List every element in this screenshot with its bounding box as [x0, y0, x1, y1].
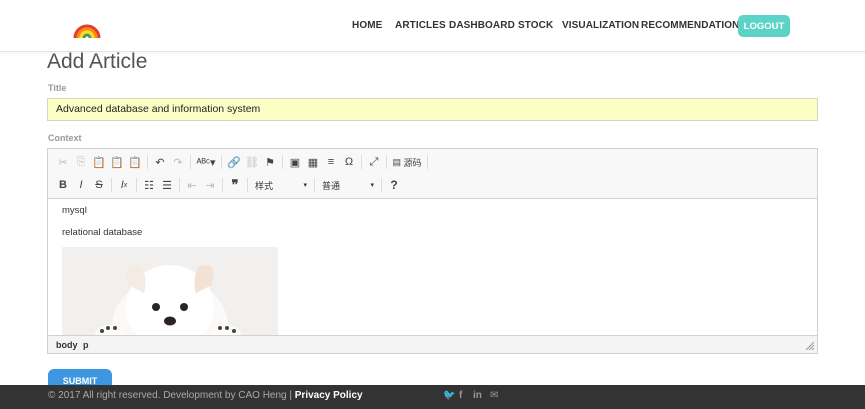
- element-path-p[interactable]: p: [83, 340, 89, 350]
- paste-word-icon[interactable]: 📋: [126, 153, 144, 171]
- toolbar-separator: [136, 178, 137, 192]
- spellcheck-icon[interactable]: ᴬᴮᶜ▾: [194, 153, 218, 171]
- help-icon[interactable]: ?: [385, 176, 403, 194]
- toolbar-separator: [190, 155, 191, 169]
- puppy-image: [62, 247, 278, 335]
- toolbar-separator: [179, 178, 180, 192]
- image-icon[interactable]: ▣: [286, 153, 304, 171]
- numbered-list-icon[interactable]: ☷: [140, 176, 158, 194]
- element-path-body[interactable]: body: [56, 340, 78, 350]
- paste-text-icon[interactable]: 📋: [108, 153, 126, 171]
- unlink-icon[interactable]: ⛓: [243, 153, 261, 171]
- source-button[interactable]: ▤ 源码: [390, 153, 424, 171]
- content-paragraph: mysql: [62, 205, 87, 216]
- bold-icon[interactable]: B: [54, 176, 72, 194]
- linkedin-icon[interactable]: in: [473, 390, 482, 401]
- paste-icon[interactable]: 📋: [90, 153, 108, 171]
- copyright-label: © 2017 All right reserved. Development b…: [48, 390, 295, 401]
- horizontal-rule-icon[interactable]: ≡: [322, 153, 340, 171]
- chevron-down-icon: ▾: [303, 182, 307, 189]
- toolbar-separator: [147, 155, 148, 169]
- editor-statusbar: body p: [48, 335, 817, 353]
- toolbar-separator: [381, 178, 382, 192]
- styles-label: 样式: [255, 180, 274, 191]
- strike-icon[interactable]: S: [90, 176, 108, 194]
- logout-button[interactable]: LOGOUT: [738, 15, 790, 37]
- page-title: Add Article: [47, 50, 148, 73]
- footer: © 2017 All right reserved. Development b…: [0, 385, 865, 409]
- context-label: Context: [48, 133, 82, 143]
- blockquote-icon[interactable]: ❞: [226, 176, 244, 194]
- toolbar-separator: [222, 178, 223, 192]
- nav-home[interactable]: HOME: [352, 20, 382, 31]
- privacy-policy-link[interactable]: Privacy Policy: [295, 390, 363, 401]
- toolbar-separator: [314, 178, 315, 192]
- toolbar-row-2: B I S Ix ☷ ☰ ⇤ ⇥ ❞ 样式 ▾ 普通 ▾ ?: [54, 175, 403, 195]
- table-icon[interactable]: ▦: [304, 153, 322, 171]
- toolbar-separator: [386, 155, 387, 169]
- nav-visualization[interactable]: VISUALIZATION: [562, 20, 639, 31]
- mail-icon[interactable]: ✉: [490, 390, 498, 401]
- nav-recommendation[interactable]: RECOMMENDATION: [641, 20, 739, 31]
- format-dropdown[interactable]: 普通 ▾: [318, 177, 378, 193]
- cut-icon[interactable]: ✂: [54, 153, 72, 171]
- toolbar-separator: [427, 155, 428, 169]
- resize-handle-icon[interactable]: [806, 342, 814, 350]
- title-label: Title: [48, 83, 67, 93]
- undo-icon[interactable]: ↶: [151, 153, 169, 171]
- rainbow-logo[interactable]: [73, 12, 101, 40]
- toolbar-row-1: ✂ ⎘ 📋 📋 📋 ↶ ↷ ᴬᴮᶜ▾ 🔗 ⛓ ⚑ ▣ ▦ ≡ Ω ⤢ ▤ 源码: [54, 152, 431, 172]
- navbar: HOME ARTICLES DASHBOARD STOCK VISUALIZAT…: [0, 0, 865, 52]
- source-label: 源码: [403, 157, 422, 168]
- editor-content[interactable]: mysql relational database: [48, 200, 817, 335]
- nav-articles[interactable]: ARTICLES: [395, 20, 446, 31]
- remove-format-icon[interactable]: Ix: [115, 176, 133, 194]
- title-input[interactable]: Advanced database and information system: [47, 98, 818, 121]
- chevron-down-icon: ▾: [370, 182, 374, 189]
- special-char-icon[interactable]: Ω: [340, 153, 358, 171]
- redo-icon[interactable]: ↷: [169, 153, 187, 171]
- outdent-icon[interactable]: ⇤: [183, 176, 201, 194]
- nav-stock[interactable]: STOCK: [518, 20, 553, 31]
- content-paragraph: relational database: [62, 227, 143, 238]
- toolbar-separator: [247, 178, 248, 192]
- rich-text-editor: ✂ ⎘ 📋 📋 📋 ↶ ↷ ᴬᴮᶜ▾ 🔗 ⛓ ⚑ ▣ ▦ ≡ Ω ⤢ ▤ 源码: [47, 148, 818, 354]
- toolbar-separator: [361, 155, 362, 169]
- maximize-icon[interactable]: ⤢: [365, 153, 383, 171]
- anchor-icon[interactable]: ⚑: [261, 153, 279, 171]
- editor-toolbar: ✂ ⎘ 📋 📋 📋 ↶ ↷ ᴬᴮᶜ▾ 🔗 ⛓ ⚑ ▣ ▦ ≡ Ω ⤢ ▤ 源码: [48, 149, 817, 199]
- styles-dropdown[interactable]: 样式 ▾: [251, 177, 311, 193]
- indent-icon[interactable]: ⇥: [201, 176, 219, 194]
- toolbar-separator: [221, 155, 222, 169]
- facebook-icon[interactable]: f: [459, 390, 462, 401]
- bulleted-list-icon[interactable]: ☰: [158, 176, 176, 194]
- twitter-icon[interactable]: 🐦: [443, 390, 455, 401]
- link-icon[interactable]: 🔗: [225, 153, 243, 171]
- toolbar-separator: [111, 178, 112, 192]
- toolbar-separator: [282, 155, 283, 169]
- source-icon: ▤: [392, 156, 401, 167]
- nav-dashboard[interactable]: DASHBOARD: [449, 20, 515, 31]
- copyright-text: © 2017 All right reserved. Development b…: [48, 390, 363, 401]
- italic-icon[interactable]: I: [72, 176, 90, 194]
- copy-icon[interactable]: ⎘: [72, 153, 90, 171]
- format-label: 普通: [322, 180, 341, 191]
